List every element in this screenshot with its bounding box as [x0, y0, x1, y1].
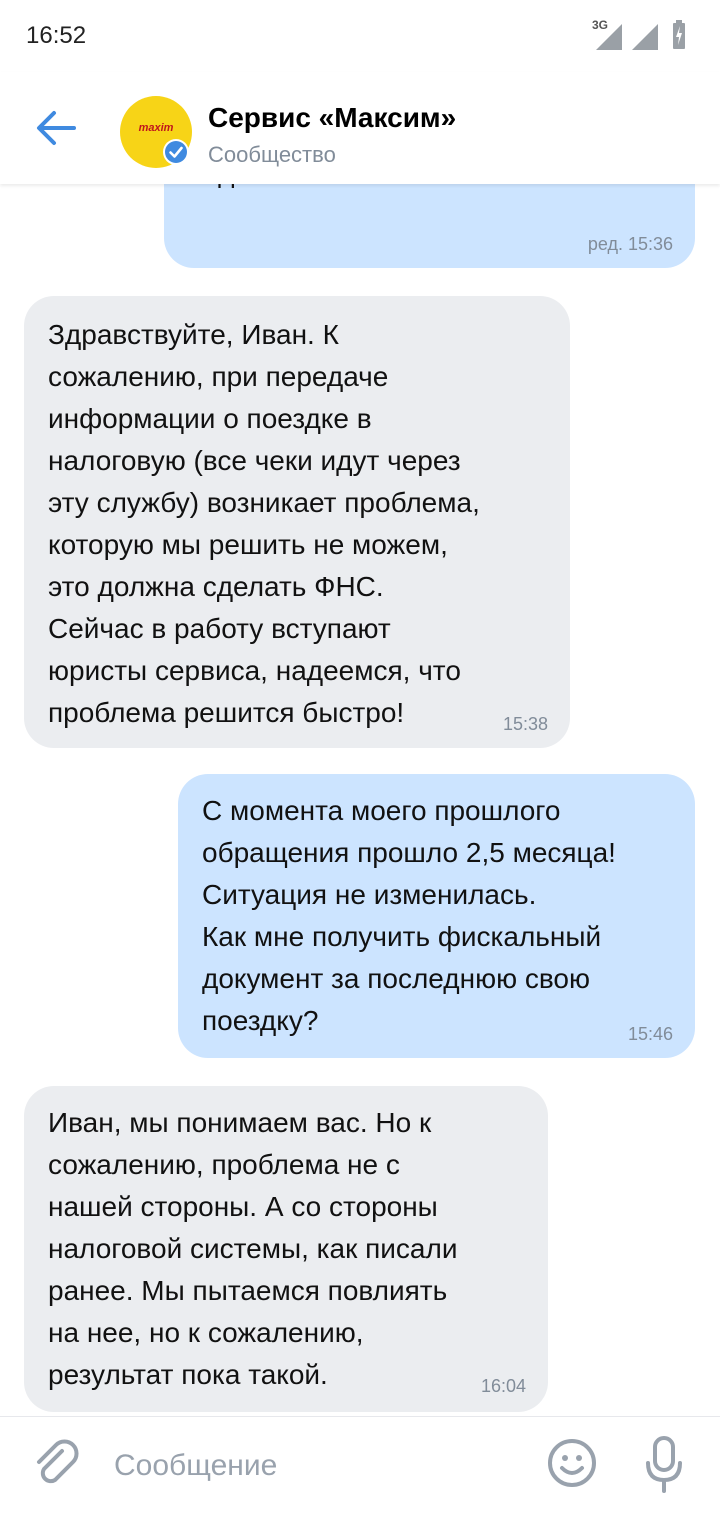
- message-time: 15:38: [502, 714, 548, 734]
- message-text: Иван, мы понимаем вас. Но к сожалению, п…: [48, 1107, 458, 1390]
- message-text: чек? В отчете о поездке ничего подобного…: [188, 184, 688, 194]
- signal-icon: [632, 24, 658, 50]
- avatar-logo-text: maxim: [138, 122, 174, 134]
- message-incoming[interactable]: Здравствуйте, Иван. К сожалению, при пер…: [24, 296, 570, 748]
- chat-subtitle: Сообщество: [208, 142, 336, 167]
- message-incoming[interactable]: Иван, мы понимаем вас. Но к сожалению, п…: [24, 1086, 548, 1412]
- message-text: С момента моего прошлого обращения прошл…: [202, 795, 616, 1036]
- message-list[interactable]: чек? В отчете о поездке ничего подобного…: [0, 184, 720, 1414]
- attach-icon[interactable]: [32, 1439, 82, 1491]
- status-icons: 3G: [592, 18, 702, 52]
- message-outgoing[interactable]: С момента моего прошлого обращения прошл…: [178, 774, 695, 1058]
- message-input[interactable]: [112, 1443, 516, 1489]
- chat-title[interactable]: Сервис «Максим»: [208, 102, 456, 134]
- chat-header: maxim Сервис «Максим» Сообщество: [0, 72, 720, 184]
- status-bar: 16:52 3G: [0, 0, 720, 72]
- message-composer: [0, 1416, 720, 1513]
- back-arrow-icon[interactable]: [30, 106, 82, 150]
- message-time: 15:46: [627, 1024, 673, 1044]
- battery-icon: [673, 20, 685, 49]
- message-time: 16:04: [480, 1376, 526, 1396]
- message-time: ред. 15:36: [587, 234, 673, 254]
- status-time: 16:52: [26, 22, 87, 49]
- message-text: Здравствуйте, Иван. К сожалению, при пер…: [48, 319, 480, 728]
- signal-icon: [596, 24, 622, 50]
- verified-icon: [163, 139, 189, 165]
- message-outgoing[interactable]: чек? В отчете о поездке ничего подобного…: [164, 184, 695, 268]
- emoji-icon[interactable]: [546, 1437, 598, 1489]
- microphone-icon[interactable]: [644, 1435, 684, 1495]
